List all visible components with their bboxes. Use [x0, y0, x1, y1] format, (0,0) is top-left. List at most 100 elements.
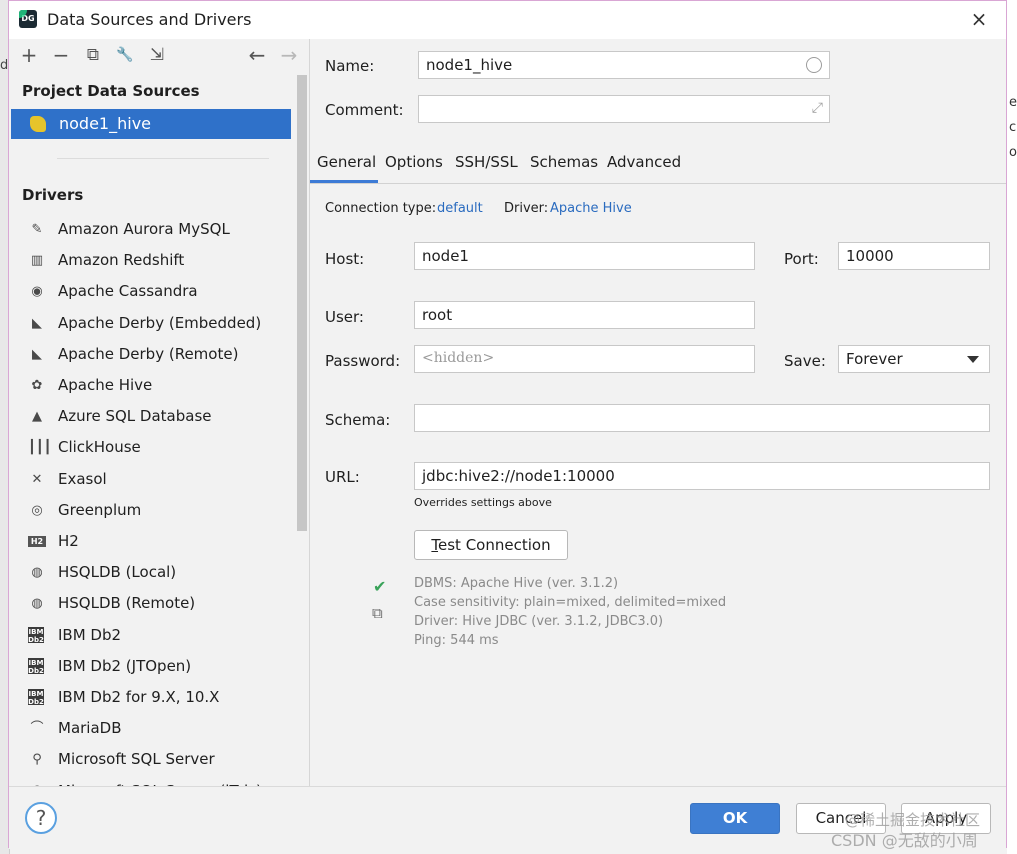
driver-item[interactable]: ◉ Apache Cassandra — [22, 278, 292, 306]
add-icon[interactable]: + — [19, 45, 39, 65]
remove-icon[interactable]: − — [51, 45, 71, 65]
test-connection-button[interactable]: Test Connection — [414, 530, 568, 560]
save-dropdown[interactable]: Forever — [838, 345, 990, 373]
tab-ssh-ssl[interactable]: SSH/SSL — [455, 153, 518, 171]
derby-icon: ◣ — [32, 315, 42, 331]
driver-label: Apache Hive — [58, 376, 153, 394]
tab-advanced[interactable]: Advanced — [607, 153, 681, 171]
driver-label: IBM Db2 — [58, 625, 122, 644]
driver-label: MariaDB — [58, 719, 122, 738]
data-sources-dialog: DG Data Sources and Drivers × + − ⧉ 🔧 ⇲ … — [8, 0, 1007, 850]
driver-item[interactable]: ◣ Apache Derby (Remote) — [22, 341, 292, 369]
driver-label: Apache Cassandra — [58, 282, 198, 301]
driver-item[interactable]: ✎ Amazon Aurora MySQL — [22, 216, 292, 244]
aurora-icon: ✎ — [31, 222, 43, 237]
ok-button[interactable]: OK — [690, 803, 780, 834]
right-panel: Name: node1_hive Comment: ⤢ General Opti… — [310, 39, 1006, 786]
port-label: Port: — [784, 250, 819, 268]
import-icon[interactable]: ⇲ — [147, 45, 167, 65]
driver-item[interactable]: ✕ Exasol — [22, 466, 292, 494]
mssql-icon: ⚲ — [32, 752, 42, 768]
tab-options[interactable]: Options — [385, 153, 443, 171]
duplicate-icon[interactable]: ⧉ — [83, 45, 103, 65]
name-label: Name: — [325, 57, 375, 75]
user-label: User: — [325, 308, 364, 326]
azure-icon: ▲ — [32, 409, 42, 425]
driver-label: Driver: — [504, 201, 549, 216]
driver-label: H2 — [58, 532, 79, 550]
driver-item[interactable]: ▲ Azure SQL Database — [22, 403, 292, 431]
driver-item[interactable]: ◣ Apache Derby (Embedded) — [22, 310, 292, 338]
driver-item[interactable]: ┃┃┃ ClickHouse — [22, 434, 292, 462]
ibm-icon: IBM Db2 — [28, 657, 44, 675]
url-label: URL: — [325, 468, 360, 486]
divider — [57, 158, 269, 159]
active-tab-indicator — [310, 180, 378, 183]
connection-type-link[interactable]: default — [437, 201, 483, 216]
wrench-icon[interactable]: 🔧 — [115, 45, 135, 65]
clickhouse-icon: ┃┃┃ — [28, 440, 52, 456]
title-bar[interactable]: DG Data Sources and Drivers × — [9, 1, 1006, 39]
driver-item[interactable]: IBM Db2 IBM Db2 — [22, 622, 292, 650]
url-input[interactable]: jdbc:hive2://node1:10000 — [414, 462, 990, 490]
tab-schemas[interactable]: Schemas — [530, 153, 598, 171]
color-circle-icon[interactable] — [806, 57, 822, 73]
back-arrow-icon[interactable]: ← — [247, 45, 267, 65]
save-label: Save: — [784, 352, 826, 370]
close-icon[interactable]: × — [967, 7, 991, 31]
driver-item[interactable]: H2 H2 — [22, 528, 292, 556]
driver-label: Azure SQL Database — [58, 407, 212, 426]
schema-input[interactable] — [414, 404, 990, 432]
h2-icon: H2 — [28, 536, 46, 547]
project-data-sources-heading: Project Data Sources — [22, 82, 200, 100]
driver-link[interactable]: Apache Hive — [550, 201, 632, 216]
hsqldb-icon: ◍ — [31, 565, 43, 581]
port-input[interactable]: 10000 — [838, 242, 990, 270]
driver-label: IBM Db2 (JTOpen) — [58, 656, 192, 675]
save-value: Forever — [846, 350, 903, 368]
host-input[interactable]: node1 — [414, 242, 755, 270]
driver-label: Amazon Aurora MySQL — [58, 220, 230, 238]
greenplum-icon: ◎ — [31, 502, 43, 518]
result-ping: Ping: 544 ms — [414, 633, 499, 648]
ibm-icon: IBM Db2 — [28, 689, 44, 706]
password-input[interactable]: <hidden> — [414, 345, 755, 373]
window-title: Data Sources and Drivers — [47, 10, 252, 29]
driver-item[interactable]: IBM Db2 IBM Db2 for 9.X, 10.X — [22, 684, 292, 712]
exasol-icon: ✕ — [31, 471, 43, 487]
driver-item[interactable]: ⌒ MariaDB — [22, 715, 292, 743]
name-field[interactable]: node1_hive — [418, 51, 830, 79]
driver-item[interactable]: ◍ HSQLDB (Local) — [22, 559, 292, 587]
test-connection-label: est Connection — [438, 536, 551, 554]
check-icon: ✔ — [373, 577, 387, 596]
driver-label: IBM Db2 for 9.X, 10.X — [58, 688, 220, 706]
copy-icon[interactable]: ⧉ — [372, 604, 383, 622]
expand-icon[interactable]: ⤢ — [812, 100, 823, 116]
help-icon[interactable]: ? — [25, 802, 57, 834]
background-window-right: e' ch ou — [1007, 0, 1017, 854]
forward-arrow-icon[interactable]: → — [279, 45, 299, 65]
driver-item[interactable]: ✿ Apache Hive — [22, 372, 292, 400]
user-input[interactable]: root — [414, 301, 755, 329]
watermark-line-2: CSDN @无敌的小周 — [831, 831, 978, 850]
ibm-icon: IBM Db2 — [28, 626, 44, 644]
result-driver: Driver: Hive JDBC (ver. 3.1.2, JDBC3.0) — [414, 614, 664, 629]
schema-label: Schema: — [325, 411, 391, 429]
driver-item[interactable]: ⚲ Microsoft SQL Server — [22, 746, 292, 774]
driver-item[interactable]: ◎ Greenplum — [22, 497, 292, 525]
data-source-item-selected[interactable]: node1_hive — [11, 109, 291, 139]
scrollbar[interactable] — [297, 75, 307, 531]
derby-icon: ◣ — [32, 346, 42, 362]
tab-general[interactable]: General — [317, 153, 376, 171]
comment-field[interactable]: ⤢ — [418, 95, 830, 123]
background-text: ou — [1009, 145, 1017, 160]
hive-icon: ✿ — [31, 378, 43, 393]
redshift-icon: ▥ — [30, 253, 44, 269]
footer-bar: ? OK Cancel Apply @稀土掘金技术社区 CSDN @无敌的小周 — [9, 786, 1006, 850]
driver-item[interactable]: IBM Db2 IBM Db2 (JTOpen) — [22, 653, 292, 681]
tab-bar: General Options SSH/SSL Schemas Advanced — [310, 149, 1006, 184]
driver-item[interactable]: ▥ Amazon Redshift — [22, 247, 292, 275]
driver-item[interactable]: ◍ HSQLDB (Remote) — [22, 590, 292, 618]
data-source-label: node1_hive — [59, 114, 152, 133]
driver-label: Microsoft SQL Server — [58, 750, 215, 769]
